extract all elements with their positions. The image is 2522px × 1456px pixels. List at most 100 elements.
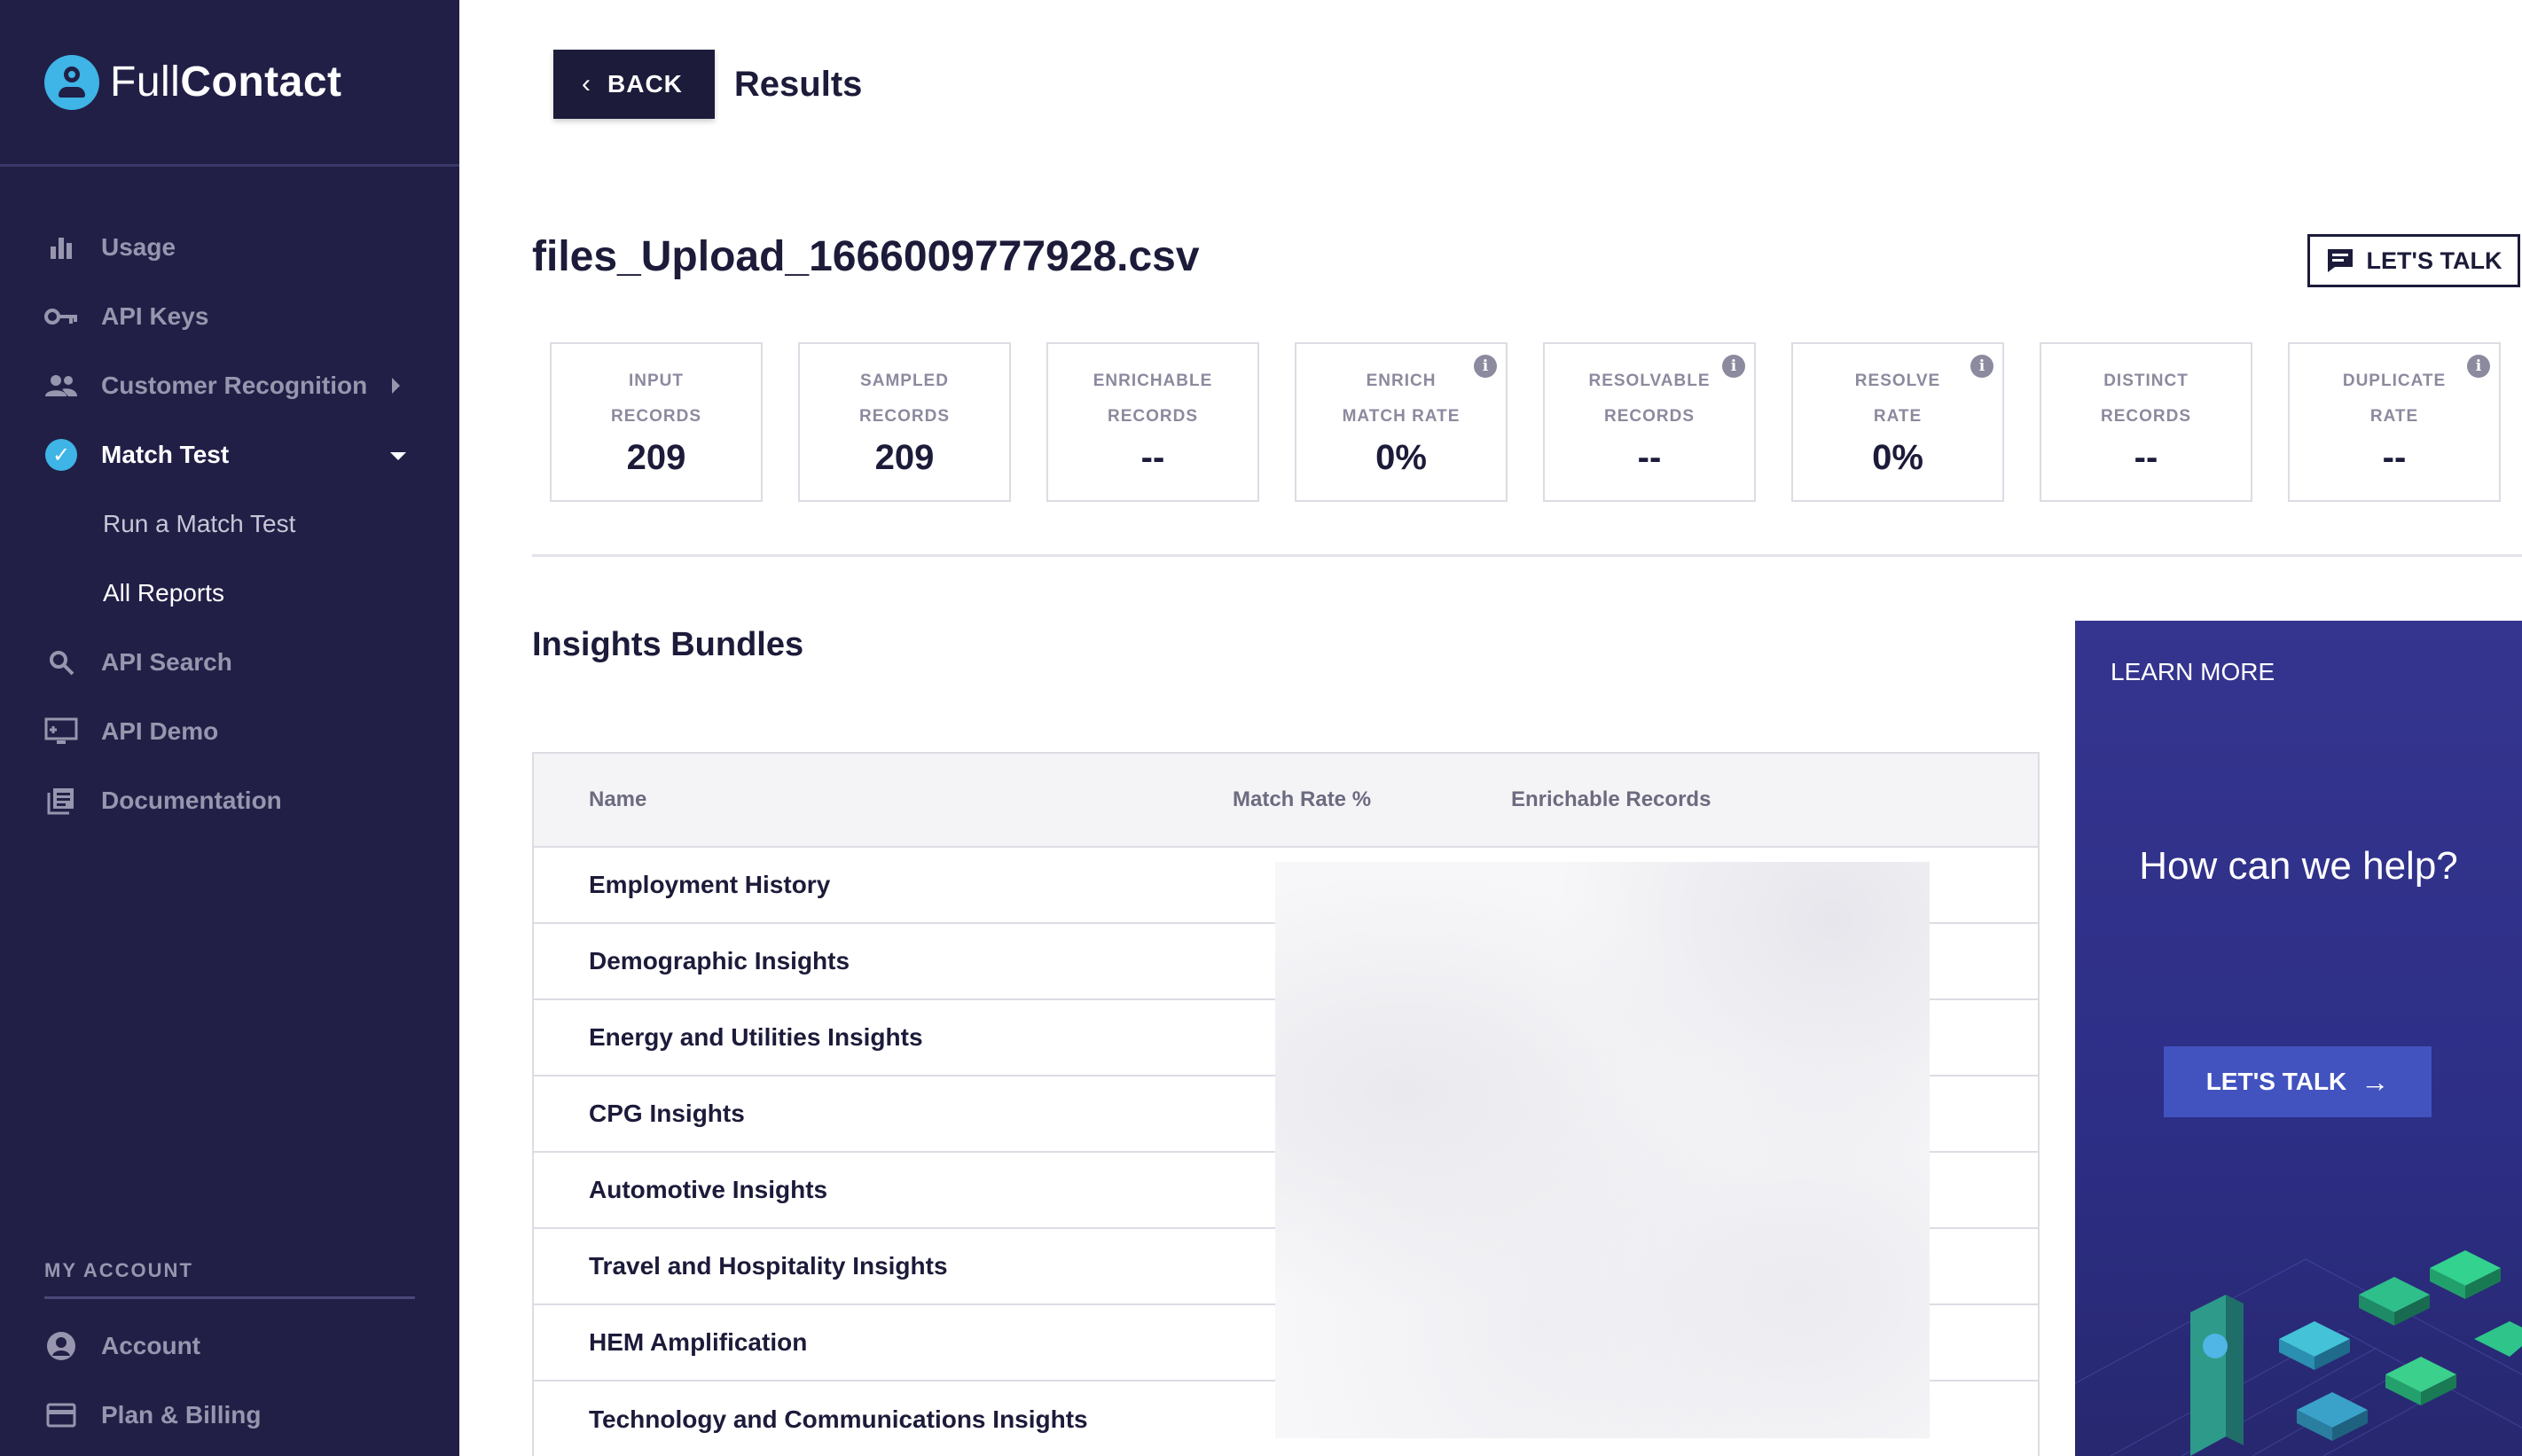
sidebar-subitem-all-reports[interactable]: All Reports	[0, 559, 459, 628]
sidebar-subitem-label: Run a Match Test	[103, 510, 296, 537]
sidebar-item-label: Documentation	[101, 787, 282, 814]
logo[interactable]: FullContact	[0, 0, 459, 167]
stat-resolve-rate: i RESOLVE RATE 0%	[1791, 342, 2004, 502]
bar-chart-icon	[44, 231, 78, 264]
stat-value: 209	[874, 438, 935, 477]
divider	[532, 554, 2522, 557]
info-icon[interactable]: i	[1474, 355, 1497, 378]
info-icon[interactable]: i	[1970, 355, 1993, 378]
lets-talk-button[interactable]: LET'S TALK	[2307, 234, 2520, 287]
credit-card-icon	[44, 1398, 78, 1432]
stat-value: --	[1637, 438, 1662, 477]
chevron-left-icon: ‹	[582, 69, 591, 98]
stat-label-line2: RECORDS	[1107, 407, 1198, 426]
sidebar-item-usage[interactable]: Usage	[0, 213, 459, 282]
isometric-illustration	[2075, 1250, 2522, 1456]
info-icon[interactable]: i	[1722, 355, 1745, 378]
stat-label-line1: INPUT	[629, 372, 684, 390]
page-title: Results	[733, 64, 863, 104]
sidebar-item-label: API Demo	[101, 717, 219, 745]
sidebar-item-label: Match Test	[101, 441, 230, 468]
stat-value: 0%	[1872, 438, 1923, 477]
page-header: ‹ BACK Results	[553, 50, 862, 119]
sidebar-item-label: Usage	[101, 233, 176, 261]
account-circle-icon	[44, 1329, 78, 1363]
chevron-down-icon	[390, 452, 406, 460]
arrow-right-icon: →	[2361, 1065, 2390, 1098]
stat-label-line2: RECORDS	[1603, 407, 1695, 426]
sidebar-item-documentation[interactable]: Documentation	[0, 766, 459, 835]
sidebar-item-api-demo[interactable]: API Demo	[0, 697, 459, 766]
stat-label-line1: SAMPLED	[860, 372, 949, 390]
sidebar-item-plan-billing[interactable]: Plan & Billing	[0, 1381, 459, 1450]
sidebar-item-customer-recognition[interactable]: Customer Recognition	[0, 351, 459, 420]
stat-label-line2: MATCH RATE	[1342, 407, 1461, 426]
file-name: files_Upload_1666009777928.csv	[532, 233, 1200, 280]
main-content: ‹ BACK Results files_Upload_166600977792…	[459, 0, 2522, 1456]
key-icon	[44, 300, 78, 333]
sidebar-item-label: Plan & Billing	[101, 1401, 262, 1429]
bundle-name: Travel and Hospitality Insights	[589, 1252, 948, 1280]
section-title: Insights Bundles	[532, 626, 804, 663]
column-header-name[interactable]: Name	[534, 787, 1233, 812]
section-label: MY ACCOUNT	[44, 1259, 415, 1299]
stats-row: INPUT RECORDS 209 SAMPLED RECORDS 209 EN…	[550, 342, 2501, 502]
stat-label-line2: RATE	[2369, 407, 2419, 426]
bundle-name: Employment History	[589, 871, 831, 898]
bundle-name: Demographic Insights	[589, 947, 850, 975]
stat-enrich-match-rate: i ENRICH MATCH RATE 0%	[1295, 342, 1508, 502]
sidebar-item-label: Account	[101, 1332, 200, 1359]
stat-value: --	[2382, 438, 2407, 477]
stat-label-line2: RECORDS	[858, 407, 950, 426]
docs-icon	[44, 784, 78, 818]
sidebar-item-api-keys[interactable]: API Keys	[0, 282, 459, 351]
chevron-right-icon	[392, 378, 400, 394]
stat-value: --	[1140, 438, 1165, 477]
learn-more-label: LEARN MORE	[2111, 658, 2275, 685]
blurred-data-overlay	[1275, 862, 1930, 1438]
bundle-name: Technology and Communications Insights	[589, 1405, 1088, 1433]
table-header: Name Match Rate % Enrichable Records	[534, 754, 2038, 848]
info-icon[interactable]: i	[2467, 355, 2490, 378]
insights-bundles-table: Name Match Rate % Enrichable Records Emp…	[532, 752, 2040, 1456]
chat-icon	[2326, 247, 2354, 274]
people-icon	[44, 369, 78, 403]
stat-resolvable-records: i RESOLVABLE RECORDS --	[1543, 342, 1756, 502]
column-header-match-rate[interactable]: Match Rate %	[1233, 787, 1511, 812]
column-header-enrichable-records[interactable]: Enrichable Records	[1511, 787, 1866, 812]
stat-label-line2: RECORDS	[610, 407, 701, 426]
stat-label-line1: DISTINCT	[2103, 372, 2189, 390]
promo-headline: How can we help?	[2139, 844, 2458, 888]
sidebar-subitem-run-match-test[interactable]: Run a Match Test	[0, 489, 459, 559]
bundle-name: HEM Amplification	[589, 1328, 808, 1356]
sidebar-item-api-search[interactable]: API Search	[0, 628, 459, 697]
bundle-name: Automotive Insights	[589, 1176, 828, 1203]
stat-label-line2: RATE	[1873, 407, 1923, 426]
stat-enrichable-records: ENRICHABLE RECORDS --	[1046, 342, 1259, 502]
back-button[interactable]: ‹ BACK	[553, 50, 715, 119]
search-icon	[44, 646, 78, 679]
back-button-label: BACK	[607, 70, 683, 98]
sidebar-item-match-test[interactable]: ✓ Match Test	[0, 420, 459, 489]
promo-button-label: LET'S TALK	[2205, 1068, 2347, 1095]
sidebar-item-label: Customer Recognition	[101, 372, 368, 399]
monitor-icon	[44, 715, 78, 748]
sidebar: FullContact Usage API Keys Customer Reco…	[0, 0, 459, 1456]
sidebar-item-label: API Keys	[101, 302, 209, 330]
sidebar-item-label: API Search	[101, 648, 232, 676]
help-promo-panel: LEARN MORE How can we help? LET'S TALK →	[2075, 621, 2522, 1456]
stat-value: 209	[626, 438, 686, 477]
stat-duplicate-rate: i DUPLICATE RATE --	[2288, 342, 2501, 502]
promo-lets-talk-button[interactable]: LET'S TALK →	[2164, 1046, 2432, 1117]
sidebar-item-account[interactable]: Account	[0, 1311, 459, 1381]
stat-distinct-records: DISTINCT RECORDS --	[2040, 342, 2252, 502]
stat-label-line1: ENRICHABLE	[1093, 372, 1213, 390]
brand-name: FullContact	[110, 58, 342, 106]
stat-sampled-records: SAMPLED RECORDS 209	[798, 342, 1011, 502]
stat-value: --	[2134, 438, 2158, 477]
brand-name-bold: Contact	[180, 59, 342, 106]
sidebar-subitem-label: All Reports	[103, 579, 224, 607]
my-account-section: MY ACCOUNT Account Plan & Billing	[0, 1259, 459, 1450]
fullcontact-logo-icon	[44, 54, 99, 110]
check-circle-icon: ✓	[44, 438, 78, 472]
